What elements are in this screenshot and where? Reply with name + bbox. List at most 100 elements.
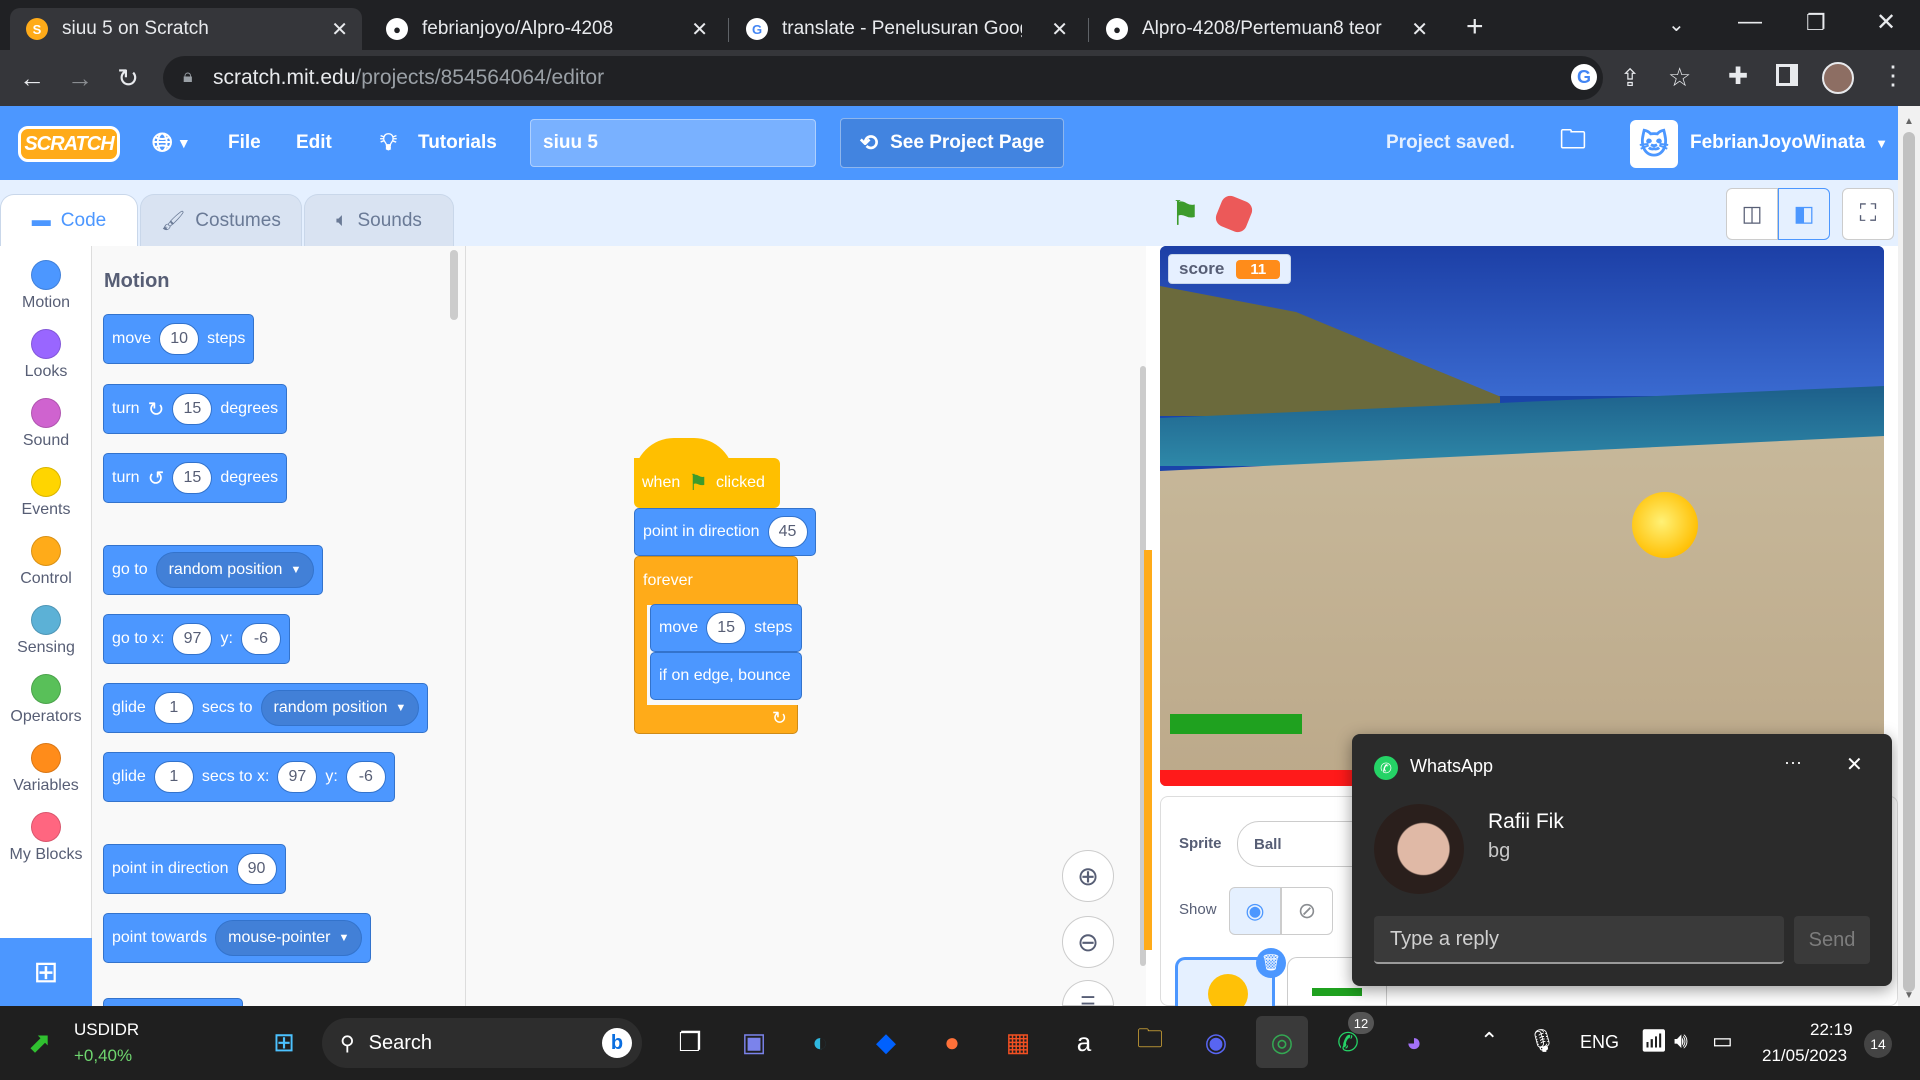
block-point-in-direction[interactable]: point in direction 45 [634,508,816,556]
profile-avatar[interactable] [1822,62,1854,94]
bing-icon[interactable]: b [602,1028,632,1058]
close-icon[interactable]: ✕ [691,17,708,42]
hide-sprite-button[interactable]: ⊘ [1281,887,1333,935]
block-move-steps[interactable]: move 10 steps [103,314,255,364]
palette-scrollbar[interactable] [450,250,458,320]
category-variables[interactable]: Variables [0,735,92,804]
project-title-input[interactable]: siuu 5 [530,119,816,167]
file-menu[interactable]: File [228,106,261,180]
block-go-to-xy[interactable]: go to x: 97 y: -6 [103,614,290,664]
bookmark-star-icon[interactable]: ☆ [1668,62,1691,93]
score-monitor[interactable]: score 11 [1168,254,1292,284]
block-input[interactable]: -6 [345,761,386,793]
category-motion[interactable]: Motion [0,252,92,321]
side-panel-icon[interactable] [1776,64,1798,86]
send-button[interactable]: Send [1794,916,1870,964]
edge-icon[interactable]: ◐ [794,1016,846,1068]
tab-github-pertemuan8[interactable]: ● Alpro-4208/Pertemuan8 teori da ✕ [1090,8,1442,50]
category-operators[interactable]: Operators [0,666,92,735]
store-icon[interactable]: ▦ [992,1016,1044,1068]
language-indicator[interactable]: ENG [1580,1032,1619,1053]
scroll-up-icon[interactable]: ▲ [1904,116,1914,127]
new-tab-button[interactable]: + [1466,10,1484,44]
block-glide-to[interactable]: glide 1 secs to random position ▼ [103,683,429,733]
tab-search-icon[interactable]: ⌄ [1668,12,1685,37]
volume-icon[interactable]: 🔊︎ [1674,1028,1688,1054]
firefox-icon[interactable]: ● [926,1016,978,1068]
block-dropdown[interactable]: random position ▼ [260,690,420,726]
trash-icon[interactable]: 🗑︎ [1256,948,1286,978]
teams-icon[interactable]: ▣ [728,1016,780,1068]
forward-icon[interactable]: → [64,62,96,94]
block-move-steps[interactable]: move 15 steps [650,604,802,652]
stop-icon[interactable] [1213,193,1255,235]
block-dropdown[interactable]: random position ▼ [155,552,315,588]
block-input[interactable]: 45 [767,516,808,548]
add-extension-button[interactable]: ⊞ [0,938,92,1006]
block-input[interactable]: -6 [240,623,281,655]
back-icon[interactable]: ← [16,62,48,94]
fullscreen-button[interactable]: ⛶ [1842,188,1894,240]
battery-icon[interactable]: ▭ [1712,1028,1733,1054]
block-point-towards[interactable]: point towards mouse-pointer ▼ [103,913,372,963]
file-explorer-icon[interactable]: 🗀 [1124,1016,1176,1068]
start-icon[interactable]: ⊞ [258,1016,310,1068]
normal-stage-button[interactable]: ◧ [1778,188,1830,240]
block-dropdown[interactable]: mouse-pointer ▼ [215,920,363,956]
page-scrollbar[interactable]: ▲ ▼ [1898,106,1920,1006]
menu-icon[interactable]: ⋮ [1880,60,1906,91]
close-icon[interactable]: ✕ [1846,752,1863,777]
block-input[interactable]: 97 [172,623,213,655]
scroll-down-icon[interactable]: ▼ [1904,990,1914,1001]
block-input[interactable]: 15 [706,612,747,644]
category-my-blocks[interactable]: My Blocks [0,804,92,873]
block-when-flag-clicked[interactable]: when ⚑ clicked [634,458,780,508]
clock-time[interactable]: 22:19 [1810,1020,1853,1040]
block-input[interactable]: 15 [172,393,213,425]
tab-google-translate[interactable]: G translate - Penelusuran Google ✕ [730,8,1082,50]
tab-code[interactable]: ▬ Code [0,194,138,246]
block-turn-right[interactable]: turn ↻ 15 degrees [103,384,288,434]
more-options-button[interactable]: ··· [1784,752,1802,773]
globe-icon[interactable]: 🌐︎ ▼ [152,106,191,180]
close-icon[interactable]: ✕ [331,17,348,42]
wifi-icon[interactable]: 📶︎ [1640,1028,1668,1054]
discord-icon[interactable]: ◉ [1190,1016,1242,1068]
microphone-icon[interactable]: 🎙︎ [1528,1028,1556,1054]
category-events[interactable]: Events [0,459,92,528]
share-icon[interactable]: ⇪ [1620,64,1640,93]
minimize-icon[interactable]: — [1738,8,1762,36]
block-if-on-edge-bounce[interactable]: if on edge, bounce [650,652,802,700]
script-area[interactable]: when ⚑ clicked point in direction 45 for… [466,246,1152,1015]
block-input[interactable]: 97 [277,761,318,793]
clock-date[interactable]: 21/05/2023 [1762,1046,1847,1066]
block-next-partial[interactable] [103,998,243,1006]
close-icon[interactable]: ✕ [1051,17,1068,42]
category-looks[interactable]: Looks [0,321,92,390]
taskbar-search[interactable]: ⚲ Search b [322,1018,642,1068]
amazon-icon[interactable]: a [1058,1016,1110,1068]
task-view-icon[interactable]: ❐ [664,1016,716,1068]
tutorials-button[interactable]: Tutorials [418,106,497,180]
url-field[interactable]: 🔒︎ scratch.mit.edu/projects/854564064/ed… [163,56,1603,100]
block-input[interactable]: 10 [159,323,200,355]
dropbox-icon[interactable]: ◆ [860,1016,912,1068]
small-stage-button[interactable]: ◫ [1726,188,1778,240]
restore-icon[interactable]: ❐ [1806,10,1826,36]
chevron-up-icon[interactable]: ⌃ [1480,1028,1498,1054]
block-turn-left[interactable]: turn ↺ 15 degrees [103,453,288,503]
scratch-logo[interactable]: SCRATCH [18,126,120,162]
scroll-thumb[interactable] [1903,132,1915,992]
reply-input[interactable]: Type a reply [1374,916,1784,964]
block-input[interactable]: 90 [236,853,277,885]
green-flag-icon[interactable]: ⚑ [1170,194,1200,234]
window-close-icon[interactable]: ✕ [1876,8,1896,37]
extensions-icon[interactable]: ✚ [1728,62,1748,91]
sprite-thumb-ball[interactable]: 🗑︎ [1175,948,1286,1014]
zoom-in-button[interactable]: ⊕ [1062,850,1114,902]
google-lens-icon[interactable]: G [1571,64,1597,90]
tab-github-alpro[interactable]: ● febrianjoyo/Alpro-4208 ✕ [370,8,722,50]
block-input[interactable]: 1 [153,692,194,724]
tab-costumes[interactable]: 🖌︎ Costumes [140,194,302,246]
reload-icon[interactable]: ↻ [112,62,144,94]
